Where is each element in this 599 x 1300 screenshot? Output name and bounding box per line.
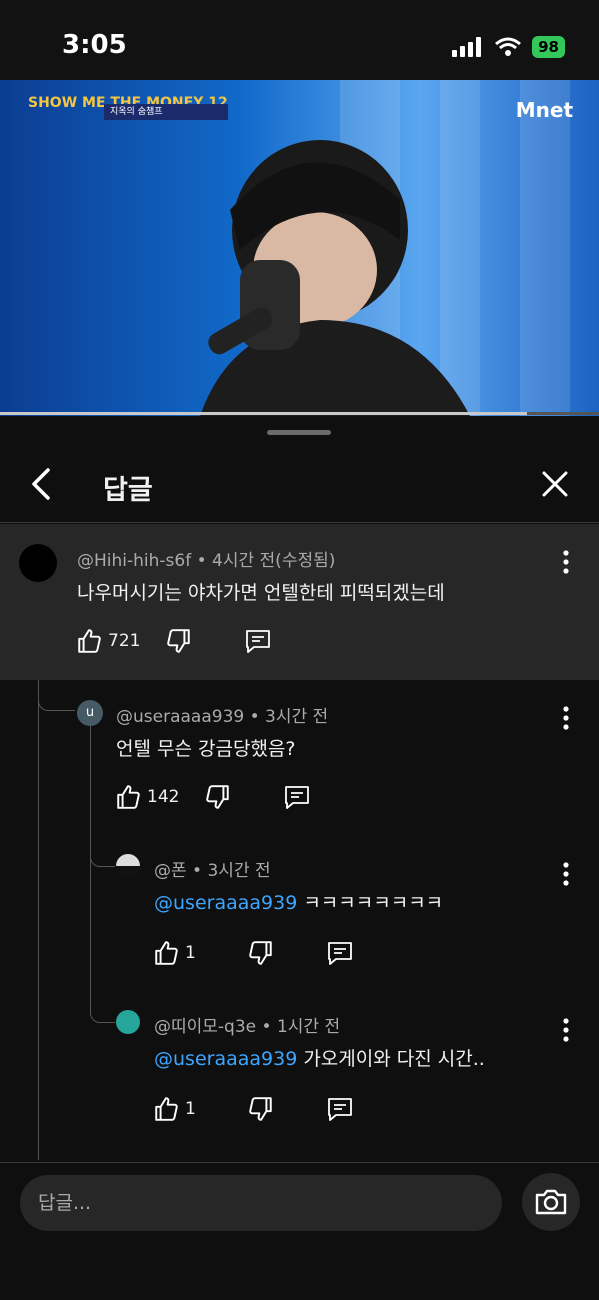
reply-icon [327, 942, 352, 965]
battery-indicator: 98 [532, 36, 565, 58]
more-vert-icon[interactable] [563, 706, 569, 730]
mention-link[interactable]: @useraaaa939 [154, 892, 297, 914]
reply-comment: u @useraaaa939 • 3시간 전 언텔 무슨 강금당했음? 142 [0, 680, 599, 836]
reply-icon [246, 630, 271, 653]
reply-button[interactable] [283, 784, 311, 810]
comment-time: 4시간 전(수정됨) [212, 551, 336, 571]
more-vert-icon[interactable] [563, 862, 569, 886]
dislike-icon [167, 629, 191, 653]
reply-comment: @띠이모-q3e • 1시간 전 @useraaaa939 가오게이와 다진 시… [0, 992, 599, 1148]
video-progress-bar[interactable] [0, 412, 599, 415]
close-icon[interactable] [541, 470, 569, 498]
channel-logo: Mnet [515, 98, 573, 122]
comment-author[interactable]: @Hihi-hih-s6f [77, 551, 191, 571]
signal-icon [452, 37, 482, 57]
dislike-icon [249, 941, 272, 965]
avatar[interactable] [116, 854, 140, 878]
like-icon [155, 1097, 178, 1121]
parent-comment: @Hihi-hih-s6f • 4시간 전(수정됨) 나우머시기는 야차가면 언… [0, 524, 599, 680]
like-count: 721 [108, 631, 141, 651]
like-count: 142 [147, 787, 180, 807]
wifi-icon [495, 37, 522, 56]
back-arrow-icon[interactable] [26, 466, 56, 502]
show-caption: 지옥의 숨챔프 [104, 104, 228, 120]
reply-button[interactable] [326, 940, 354, 966]
dislike-button[interactable] [205, 784, 231, 810]
avatar[interactable] [19, 544, 57, 582]
avatar[interactable]: u [77, 700, 103, 726]
dislike-button[interactable] [166, 628, 192, 654]
panel-title: 답글 [103, 475, 153, 506]
comment-text: 나우머시기는 야차가면 언텔한테 피떡되겠는데 [77, 582, 445, 604]
dislike-icon [206, 785, 230, 809]
video-player[interactable]: SHOW ME THE MONEY 12 지옥의 숨챔프 Mnet [0, 80, 599, 416]
like-button[interactable]: 1 [153, 940, 196, 966]
reply-button[interactable] [326, 1096, 354, 1122]
like-icon [155, 941, 178, 965]
like-button[interactable]: 142 [115, 784, 179, 810]
like-count: 1 [185, 943, 196, 963]
comment-text: 언텔 무슨 강금당했음? [116, 738, 296, 760]
dislike-button[interactable] [248, 940, 274, 966]
comment-text: @useraaaa939 가오게이와 다진 시간.. [154, 1044, 485, 1071]
comment-time: 1시간 전 [276, 1017, 341, 1037]
reply-button[interactable] [244, 628, 272, 654]
camera-icon [535, 1189, 567, 1215]
comment-body: ㅋㅋㅋㅋㅋㅋㅋㅋ [297, 892, 444, 914]
status-time: 3:05 [62, 30, 127, 60]
comment-author[interactable]: @useraaaa939 [116, 707, 244, 727]
reply-icon [285, 786, 310, 809]
more-vert-icon[interactable] [563, 1018, 569, 1042]
dislike-icon [249, 1097, 272, 1121]
reply-icon [327, 1098, 352, 1121]
reply-input[interactable]: 답글... [20, 1175, 502, 1231]
performer-silhouette [200, 140, 470, 416]
comment-author[interactable]: @폰 [154, 861, 187, 881]
camera-button[interactable] [522, 1173, 580, 1231]
comment-author[interactable]: @띠이모-q3e [154, 1017, 256, 1037]
comment-body: 가오게이와 다진 시간.. [297, 1048, 485, 1070]
like-count: 1 [185, 1099, 196, 1119]
dislike-button[interactable] [248, 1096, 274, 1122]
like-button[interactable]: 721 [76, 628, 140, 654]
mention-link[interactable]: @useraaaa939 [154, 1048, 297, 1070]
avatar[interactable] [116, 1010, 140, 1034]
reply-comment: @폰 • 3시간 전 @useraaaa939 ㅋㅋㅋㅋㅋㅋㅋㅋ 1 [0, 836, 599, 992]
status-bar: 3:05 98 [0, 0, 599, 80]
comment-time: 3시간 전 [265, 707, 329, 727]
reply-input-bar: 답글... [0, 1162, 599, 1300]
comment-time: 3시간 전 [207, 861, 271, 881]
video-progress-fill [0, 412, 528, 415]
like-icon [78, 629, 101, 653]
like-icon [117, 785, 140, 809]
more-vert-icon[interactable] [563, 550, 569, 574]
like-button[interactable]: 1 [153, 1096, 196, 1122]
comment-text: @useraaaa939 ㅋㅋㅋㅋㅋㅋㅋㅋ [154, 888, 443, 915]
panel-header: 답글 [0, 418, 599, 523]
